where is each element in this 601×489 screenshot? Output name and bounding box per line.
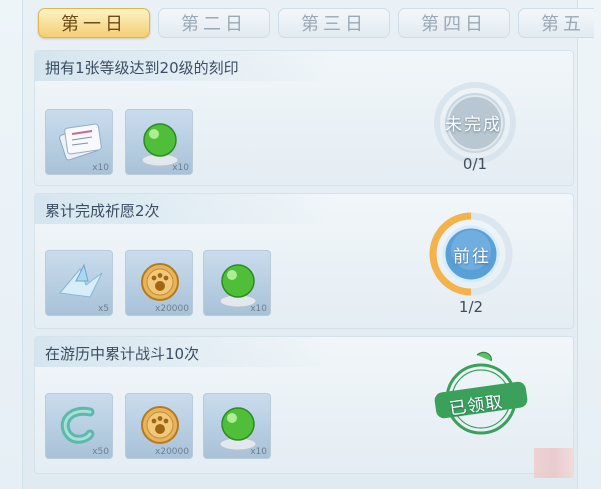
reward-quantity: x50 (92, 447, 109, 457)
leaf-icon (476, 351, 492, 362)
reward-item[interactable]: x5 (45, 250, 113, 316)
tab-label: 第三日 (301, 14, 367, 35)
day-tabs: 第一日 第二日 第三日 第四日 第五 (34, 8, 594, 42)
incomplete-label: 未完成 (445, 115, 502, 135)
tab-day-5[interactable]: 第五 (518, 8, 594, 38)
go-button-label: 前往 (453, 247, 491, 267)
reward-item[interactable]: x10 (125, 109, 193, 175)
task-progress: 1/2 (458, 298, 484, 316)
reward-item[interactable]: x10 (203, 393, 271, 459)
tab-day-3[interactable]: 第三日 (278, 8, 390, 38)
reward-quantity: x20000 (155, 447, 189, 457)
task-title: 在游历中累计战斗10次 (45, 345, 200, 363)
tab-label: 第五 (541, 14, 585, 35)
reward-item[interactable]: x20000 (125, 250, 193, 316)
go-button[interactable]: 前往 (453, 242, 491, 267)
task-card: 累计完成祈愿2次 x5 x20000 x10 前往 1/2 (34, 193, 574, 329)
reward-quantity: x10 (250, 304, 267, 314)
reward-quantity: x10 (250, 447, 267, 457)
watermark (534, 448, 574, 478)
reward-quantity: x10 (172, 163, 189, 173)
task-title: 拥有1张等级达到20级的刻印 (45, 59, 239, 77)
reward-item[interactable]: x10 (45, 109, 113, 175)
tab-day-4[interactable]: 第四日 (398, 8, 510, 38)
reward-quantity: x10 (92, 163, 109, 173)
reward-quantity: x20000 (155, 304, 189, 314)
tab-day-2[interactable]: 第二日 (158, 8, 270, 38)
task-progress: 0/1 (462, 155, 488, 173)
task-card: 在游历中累计战斗10次 x50 x20000 x10 已领取 (34, 336, 574, 474)
task-title: 累计完成祈愿2次 (45, 202, 160, 220)
tab-label: 第二日 (181, 14, 247, 35)
reward-item[interactable]: x50 (45, 393, 113, 459)
reward-item[interactable]: x20000 (125, 393, 193, 459)
tab-label: 第四日 (421, 14, 487, 35)
tab-label: 第一日 (61, 14, 127, 35)
reward-quantity: x5 (97, 304, 109, 314)
tab-day-1[interactable]: 第一日 (38, 8, 150, 38)
task-card: 拥有1张等级达到20级的刻印 x10 x10 未完成 0/1 (34, 50, 574, 186)
reward-item[interactable]: x10 (203, 250, 271, 316)
